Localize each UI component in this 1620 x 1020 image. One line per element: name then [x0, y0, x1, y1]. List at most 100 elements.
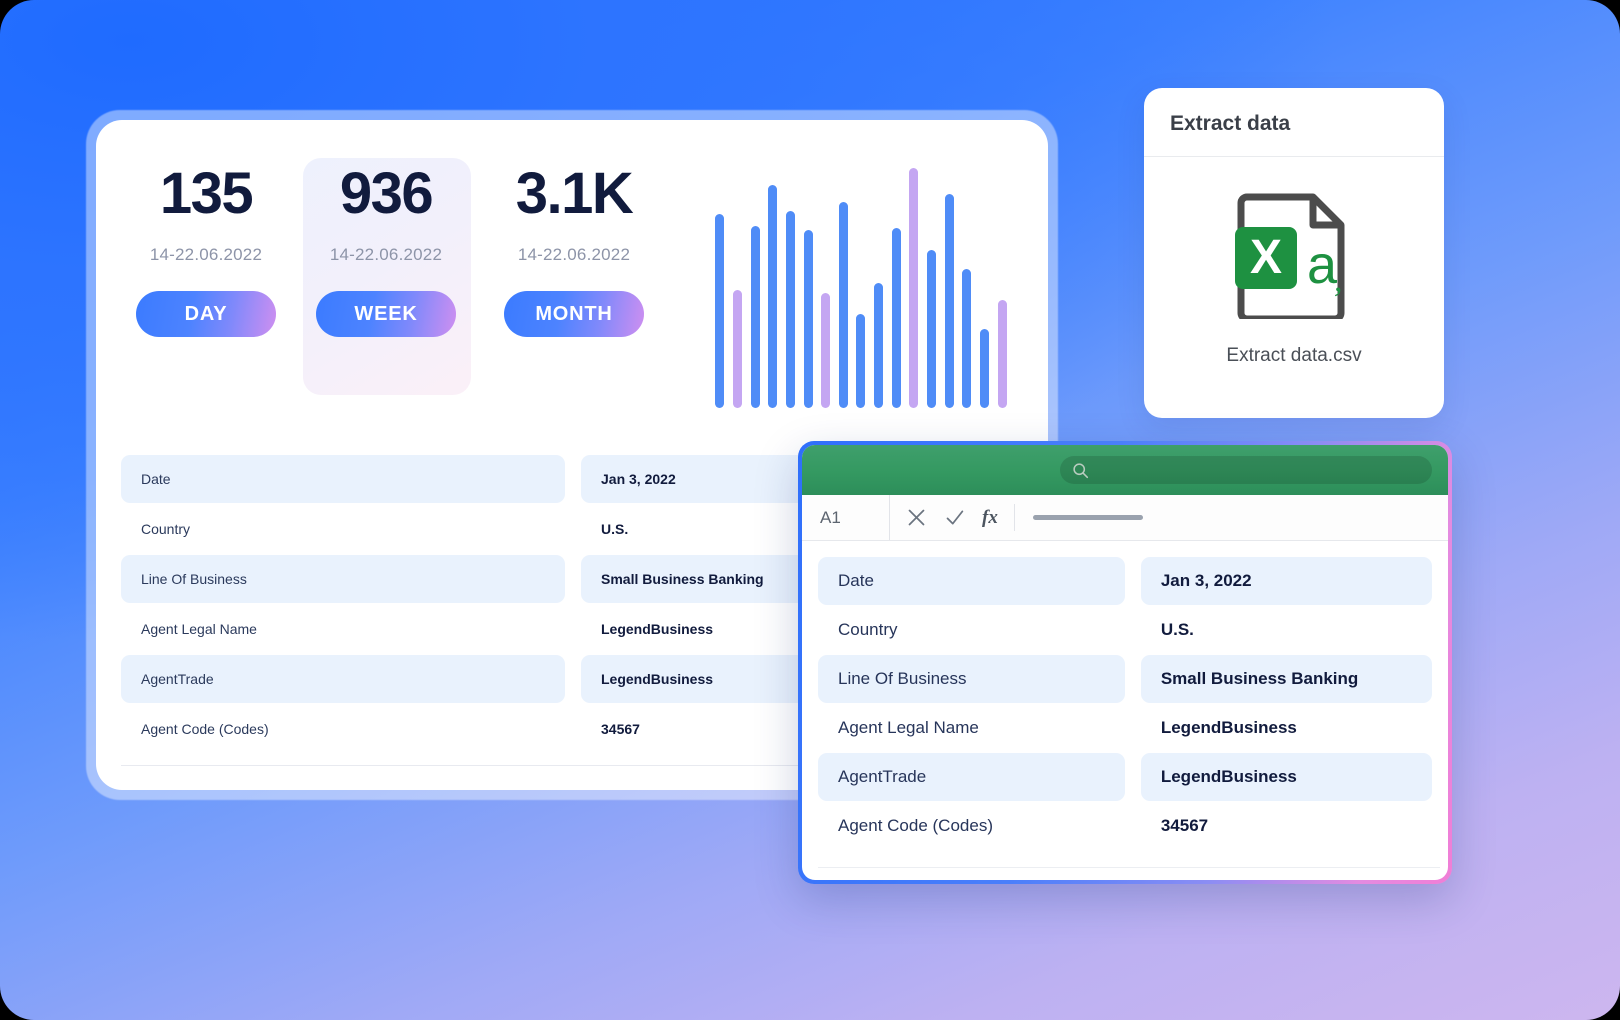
app-background: 135 14-22.06.2022 DAY 936 14-22.06.2022 … [0, 0, 1620, 1020]
period-button-month[interactable]: MONTH [504, 291, 644, 337]
table-value-text: Small Business Banking [601, 571, 764, 587]
bar-slot [729, 168, 747, 408]
table-cell-key: Country [121, 505, 565, 553]
kpi-value: 936 [339, 161, 434, 226]
bar-slot [887, 168, 905, 408]
spreadsheet-bottom-divider [818, 867, 1440, 868]
table-cell-key: Agent Code (Codes) [121, 705, 565, 753]
spreadsheet-row[interactable]: Country U.S. [818, 606, 1432, 654]
table-value-text: U.S. [601, 521, 629, 537]
chart-bar [891, 228, 901, 408]
spreadsheet-body: A1 fx Date Jan 3, 2022 Country U.S. Line Of … [802, 445, 1448, 880]
bar-slot [799, 168, 817, 408]
chart-bar [979, 328, 989, 408]
kpi-card-week[interactable]: 936 14-22.06.2022 WEEK [301, 165, 471, 337]
spreadsheet-key-text: Line Of Business [838, 669, 967, 688]
table-value-text: 34567 [601, 721, 640, 737]
chart-bar [803, 230, 813, 408]
bar-slot [817, 168, 835, 408]
spreadsheet-cell-key[interactable]: Agent Legal Name [818, 704, 1125, 752]
kpi-date-range: 14-22.06.2022 [517, 245, 631, 264]
chart-bar [750, 225, 760, 408]
spreadsheet-key-text: Date [838, 571, 874, 590]
bar-slot [764, 168, 782, 408]
bar-slot [746, 168, 764, 408]
spreadsheet-key-text: Agent Legal Name [838, 718, 979, 737]
chart-bar [909, 168, 919, 408]
kpi-date-range: 14-22.06.2022 [149, 245, 263, 264]
table-key-text: Agent Code (Codes) [141, 721, 269, 737]
kpi-card-month[interactable]: 3.1K 14-22.06.2022 MONTH [489, 165, 659, 337]
spreadsheet-titlebar [802, 445, 1448, 495]
spreadsheet-value-text: Small Business Banking [1160, 669, 1359, 688]
spreadsheet-cell-value[interactable]: 34567 [1141, 802, 1432, 850]
extract-file-name: Extract data.csv [1226, 345, 1362, 366]
check-icon[interactable] [944, 507, 965, 528]
chart-bar [944, 194, 954, 408]
extract-card-title: Extract data [1170, 112, 1291, 135]
table-key-text: Country [141, 521, 191, 537]
bar-slot [940, 168, 958, 408]
spreadsheet-cell-key[interactable]: Agent Code (Codes) [818, 802, 1125, 850]
chart-bar [785, 211, 795, 408]
spreadsheet-value-text: U.S. [1160, 620, 1194, 639]
chart-bar [768, 184, 778, 408]
table-key-text: Date [141, 471, 171, 487]
spreadsheet-cell-value[interactable]: Small Business Banking [1140, 655, 1432, 703]
chart-bar [927, 249, 936, 408]
spreadsheet-row[interactable]: Line Of Business Small Business Banking [818, 655, 1432, 703]
chart-bar [997, 300, 1007, 408]
bar-slot [993, 168, 1011, 408]
svg-text:X: X [1250, 231, 1282, 284]
chart-bar [856, 314, 866, 408]
table-value-text: LegendBusiness [601, 621, 714, 637]
chart-bar [838, 201, 848, 408]
formula-input[interactable] [1032, 515, 1143, 520]
kpi-card-day[interactable]: 135 14-22.06.2022 DAY [121, 165, 291, 337]
svg-text:,: , [1334, 262, 1343, 299]
spreadsheet-cell-key[interactable]: AgentTrade [818, 753, 1125, 801]
cell-name-box[interactable]: A1 [802, 495, 890, 540]
table-value-text: LegendBusiness [601, 671, 714, 687]
spreadsheet-row[interactable]: Date Jan 3, 2022 [818, 557, 1432, 605]
bar-slot [923, 168, 941, 408]
chart-bar [715, 213, 725, 408]
activity-bar-chart [711, 168, 1011, 408]
spreadsheet-cell-key[interactable]: Date [818, 557, 1125, 605]
close-icon[interactable] [906, 507, 927, 528]
spreadsheet-key-text: Agent Code (Codes) [838, 816, 993, 835]
spreadsheet-cell-key[interactable]: Line Of Business [818, 655, 1125, 703]
spreadsheet-row[interactable]: AgentTrade LegendBusiness [818, 753, 1432, 801]
formula-bar-buttons: fx [890, 504, 1015, 531]
spreadsheet-value-text: 34567 [1160, 816, 1209, 835]
spreadsheet-cell-key[interactable]: Country [818, 606, 1125, 654]
spreadsheet-key-text: Country [838, 620, 898, 639]
extract-data-card[interactable]: Extract data a , X Extract data.csv [1144, 88, 1444, 418]
csv-file-icon: a , X [1144, 193, 1444, 319]
chart-bar [874, 283, 884, 408]
spreadsheet-row[interactable]: Agent Legal Name LegendBusiness [818, 704, 1432, 752]
table-key-text: AgentTrade [141, 671, 214, 687]
spreadsheet-cell-value[interactable]: LegendBusiness [1141, 704, 1432, 752]
kpi-value: 3.1K [515, 161, 634, 226]
chart-bar [821, 292, 831, 408]
table-cell-key: Date [121, 455, 565, 503]
spreadsheet-value-text: Jan 3, 2022 [1160, 571, 1252, 590]
spreadsheet-cell-value[interactable]: Jan 3, 2022 [1140, 557, 1432, 605]
spreadsheet-value-text: LegendBusiness [1160, 767, 1297, 786]
spreadsheet-row[interactable]: Agent Code (Codes) 34567 [818, 802, 1432, 850]
bar-slot [976, 168, 994, 408]
spreadsheet-value-text: LegendBusiness [1160, 718, 1297, 737]
period-button-week[interactable]: WEEK [316, 291, 456, 337]
bar-slot [905, 168, 923, 408]
period-button-day[interactable]: DAY [136, 291, 276, 337]
fx-icon[interactable]: fx [982, 507, 998, 529]
spreadsheet-key-text: AgentTrade [838, 767, 927, 786]
spreadsheet-cell-value[interactable]: U.S. [1141, 606, 1432, 654]
kpi-date-range: 14-22.06.2022 [329, 245, 443, 264]
search-input[interactable] [1060, 456, 1432, 484]
bar-slot [958, 168, 976, 408]
table-cell-key: Agent Legal Name [121, 605, 565, 653]
bar-slot [834, 168, 852, 408]
spreadsheet-cell-value[interactable]: LegendBusiness [1140, 753, 1432, 801]
